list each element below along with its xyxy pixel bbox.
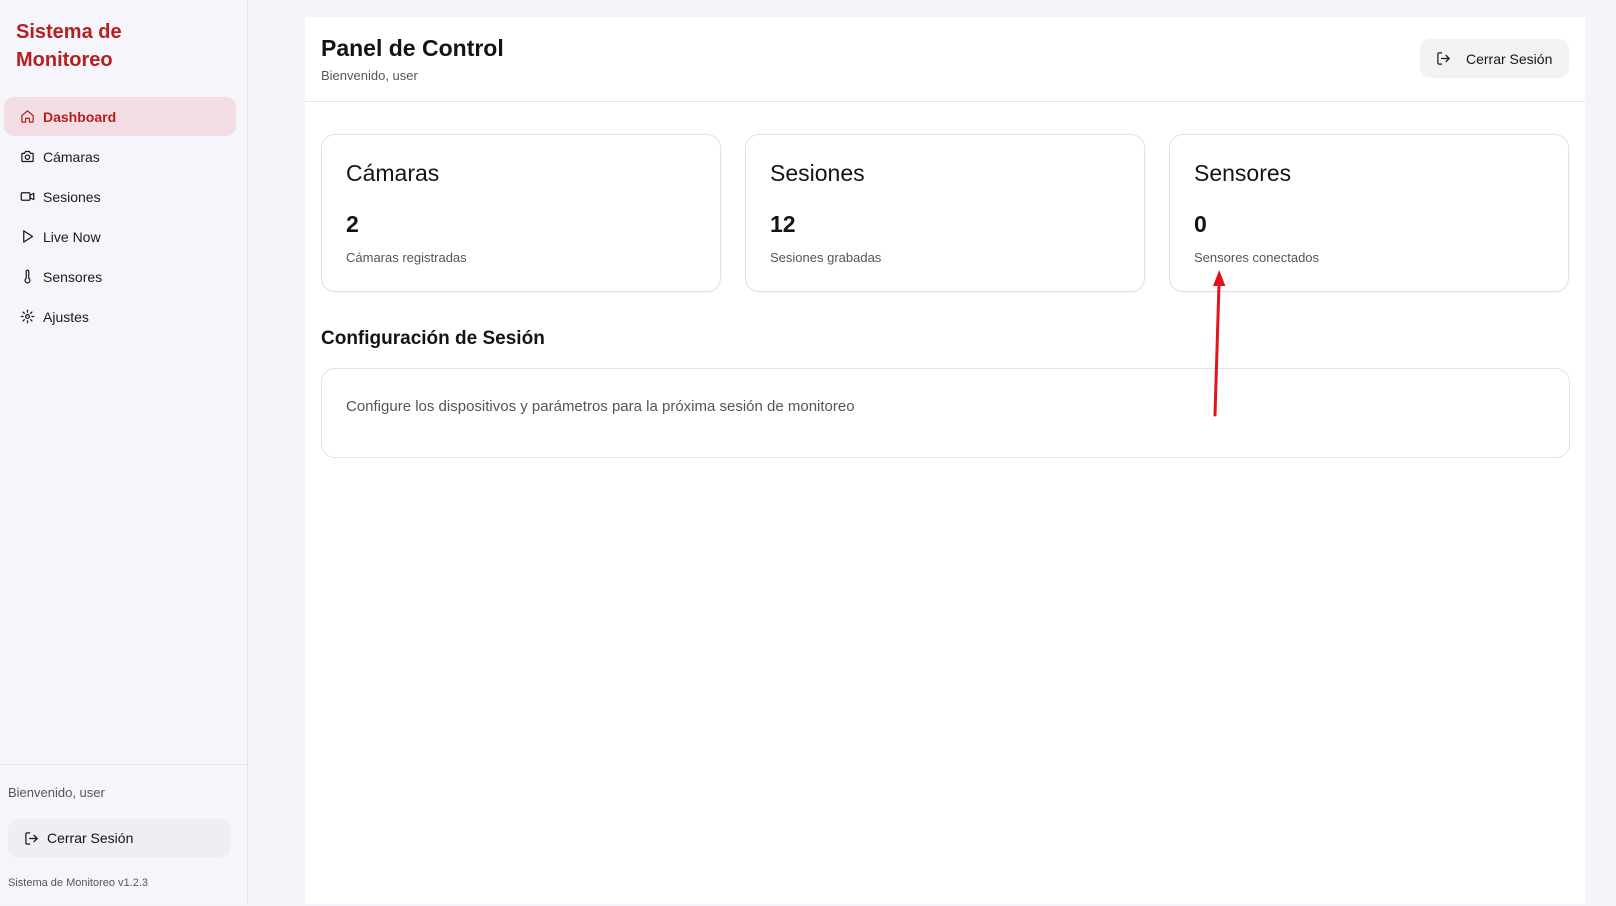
- stat-card-title: Sensores: [1194, 160, 1292, 186]
- stat-card-sensores: Sensores 0 Sensores conectados: [1169, 134, 1569, 292]
- page-subtitle: Bienvenido, user: [321, 68, 418, 83]
- home-icon: [20, 109, 35, 124]
- stat-card-description: Cámaras registradas: [346, 250, 467, 265]
- page-header: Panel de Control Bienvenido, user Cerrar…: [305, 17, 1585, 102]
- camera-icon: [20, 149, 35, 164]
- thermometer-icon: [20, 269, 35, 284]
- stat-card-sesiones: Sesiones 12 Sesiones grabadas: [745, 134, 1145, 292]
- video-icon: [20, 189, 35, 204]
- sidebar-welcome-text: Bienvenido, user: [8, 785, 105, 800]
- main-panel: Panel de Control Bienvenido, user Cerrar…: [305, 17, 1585, 904]
- sidebar-item-sensores[interactable]: Sensores: [4, 257, 236, 296]
- sidebar: Sistema de Monitoreo Dashboard Cámaras S…: [0, 0, 248, 904]
- play-icon: [20, 229, 35, 244]
- stat-card-description: Sesiones grabadas: [770, 250, 882, 265]
- brand-title: Sistema de Monitoreo: [16, 21, 122, 71]
- sidebar-item-live-now[interactable]: Live Now: [4, 217, 236, 256]
- sidebar-footer: Bienvenido, user Cerrar Sesión Sistema d…: [0, 764, 247, 904]
- stat-card-description: Sensores conectados: [1194, 250, 1320, 265]
- session-config-description: Configure los dispositivos y parámetros …: [346, 398, 855, 415]
- stat-card-title: Sesiones: [770, 160, 865, 186]
- page-title: Panel de Control: [321, 35, 504, 61]
- sidebar-logout-label: Cerrar Sesión: [47, 830, 134, 846]
- stat-card-camaras: Cámaras 2 Cámaras registradas: [321, 134, 721, 292]
- session-config-panel: Configure los dispositivos y parámetros …: [321, 368, 1570, 458]
- stat-card-value: 0: [1194, 211, 1207, 237]
- stat-card-value: 2: [346, 211, 359, 237]
- sidebar-item-sesiones[interactable]: Sesiones: [4, 177, 236, 216]
- app-window: Sistema de Monitoreo Dashboard Cámaras S…: [0, 0, 1616, 906]
- sidebar-item-label: Dashboard: [43, 108, 117, 125]
- logout-icon: [1437, 52, 1450, 65]
- header-logout-label: Cerrar Sesión: [1466, 50, 1553, 67]
- logout-icon: [25, 831, 38, 845]
- stat-card-value: 12: [770, 211, 796, 237]
- stat-card-title: Cámaras: [346, 160, 440, 186]
- sidebar-nav: Dashboard Cámaras Sesiones Live Now Sens…: [4, 97, 236, 337]
- sidebar-logout-button[interactable]: Cerrar Sesión: [8, 819, 231, 857]
- sidebar-item-label: Ajustes: [43, 308, 89, 325]
- session-config-title: Configuración de Sesión: [321, 328, 545, 349]
- header-logout-button[interactable]: Cerrar Sesión: [1420, 39, 1569, 78]
- sidebar-item-ajustes[interactable]: Ajustes: [4, 297, 236, 336]
- gear-icon: [20, 309, 35, 324]
- sidebar-item-label: Sensores: [43, 268, 103, 285]
- sidebar-item-camaras[interactable]: Cámaras: [4, 137, 236, 176]
- sidebar-item-label: Live Now: [43, 228, 101, 245]
- app-version: Sistema de Monitoreo v1.2.3: [8, 877, 149, 889]
- stats-cards: Cámaras 2 Cámaras registradas Sesiones 1…: [321, 134, 1570, 292]
- sidebar-item-label: Sesiones: [43, 188, 101, 205]
- sidebar-item-label: Cámaras: [43, 148, 100, 165]
- sidebar-item-dashboard[interactable]: Dashboard: [4, 97, 236, 136]
